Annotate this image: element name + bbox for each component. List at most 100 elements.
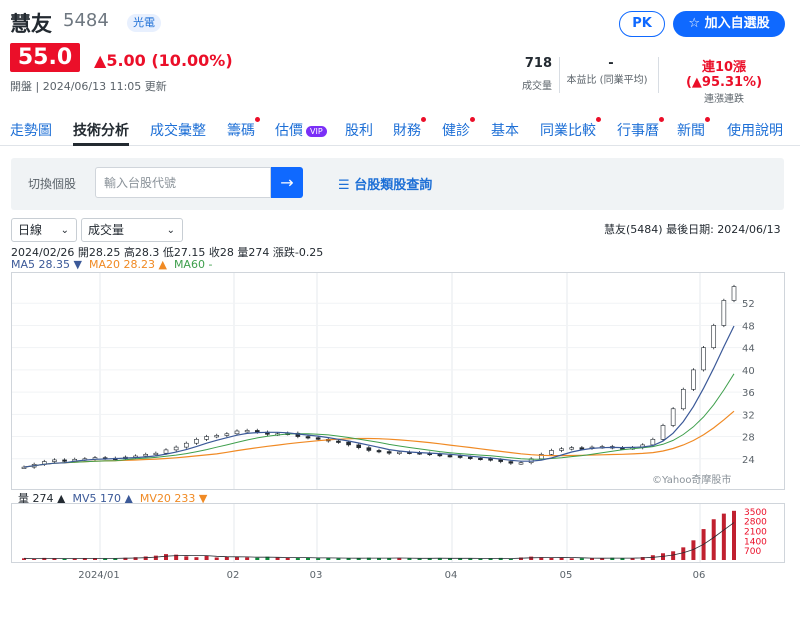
- candle-body: [579, 447, 585, 450]
- sector-tag[interactable]: 光電: [127, 14, 161, 32]
- volume-bar: [569, 558, 574, 560]
- candle-body: [163, 449, 169, 454]
- stat-label: 本益比 (同業平均): [566, 75, 648, 86]
- volume-bar: [407, 558, 412, 560]
- notification-dot: [421, 117, 426, 122]
- volume-bar: [590, 558, 594, 560]
- volume-bar: [285, 557, 290, 560]
- stat-streak: 連10漲 (▲95.31%) 連漲連跌: [662, 56, 786, 105]
- tab-8[interactable]: 基本: [491, 120, 519, 140]
- volume-bar: [316, 558, 321, 560]
- volume-bar: [306, 557, 310, 560]
- x-tick-label: 03: [310, 570, 323, 581]
- volume-bar: [721, 513, 726, 560]
- tab-12[interactable]: 使用說明: [727, 120, 783, 140]
- candle-body: [457, 455, 463, 458]
- volume-bar: [478, 558, 483, 560]
- volume-bar: [103, 558, 108, 560]
- tab-9[interactable]: 同業比較: [540, 117, 601, 140]
- volume-bar: [295, 558, 300, 560]
- tab-10[interactable]: 行事曆: [617, 117, 664, 140]
- tab-label: 健診: [442, 123, 470, 139]
- candle-body: [701, 347, 706, 371]
- ma5-legend: MA5 28.35 ▼: [11, 258, 82, 271]
- tab-label: 同業比較: [540, 123, 596, 139]
- candle-body: [376, 450, 382, 453]
- volume-bar: [32, 558, 37, 560]
- candle-body: [52, 459, 57, 462]
- tab-label: 使用說明: [727, 123, 783, 139]
- volume-bar: [143, 556, 148, 560]
- volume-tick-label: 2100: [744, 527, 767, 537]
- tab-6[interactable]: 財務: [393, 117, 426, 140]
- notification-dot: [659, 117, 664, 122]
- tab-label: 籌碼: [227, 123, 255, 139]
- volume-bar: [255, 557, 260, 560]
- browse-sector-link[interactable]: ☰ 台股類股查詢: [338, 174, 432, 193]
- candle-body: [305, 436, 311, 439]
- candle-body: [478, 457, 483, 461]
- x-tick-label: 06: [693, 570, 706, 581]
- indicator-select[interactable]: 成交量 ⌄: [81, 218, 183, 242]
- candle-body: [386, 451, 392, 454]
- price-chart-svg: 52 48 44 40 36 32 28 24 ©Yahoo奇摩股市: [12, 273, 755, 489]
- tab-3[interactable]: 籌碼: [227, 117, 260, 140]
- volume-chart-svg: 3500280021001400700: [22, 504, 767, 562]
- candle-body: [467, 456, 473, 459]
- volume-bar: [468, 558, 473, 560]
- candle-body: [62, 459, 67, 462]
- stat-value: 718: [524, 56, 552, 71]
- candle-body: [366, 447, 372, 451]
- price-tick-label: 48: [742, 321, 755, 332]
- tab-label: 基本: [491, 123, 519, 139]
- tab-11[interactable]: 新聞: [677, 117, 710, 140]
- volume-bar: [529, 556, 534, 560]
- stock-name: 慧友: [10, 12, 52, 36]
- pk-button[interactable]: PK: [619, 11, 665, 37]
- volume-bar: [214, 557, 219, 560]
- candle-body: [183, 442, 189, 448]
- candle-body: [437, 454, 443, 457]
- indicator-value: 成交量: [88, 223, 125, 237]
- candle-body: [224, 433, 230, 436]
- volume-bar: [559, 557, 564, 560]
- volume-bar: [204, 555, 209, 560]
- price-tick-label: 24: [742, 455, 755, 466]
- tab-2[interactable]: 成交彙整: [150, 120, 206, 140]
- volume-bar: [245, 557, 250, 560]
- current-price: 55.0: [10, 43, 80, 72]
- price-tick-label: 28: [742, 433, 755, 444]
- volume-bar: [184, 556, 189, 560]
- candle-body: [336, 440, 341, 443]
- browse-sector-label: 台股類股查詢: [354, 178, 433, 193]
- x-tick-label: 05: [560, 570, 573, 581]
- volume-tick-label: 2800: [744, 518, 767, 528]
- divider: [658, 57, 659, 93]
- price-tick-label: 32: [742, 410, 755, 421]
- add-watchlist-button[interactable]: ☆ 加入自選股: [673, 11, 785, 37]
- tab-label: 新聞: [677, 123, 705, 139]
- tab-7[interactable]: 健診: [442, 117, 475, 140]
- stock-search-input[interactable]: [95, 167, 271, 198]
- candle-body: [691, 369, 696, 390]
- price-chart[interactable]: 52 48 44 40 36 32 28 24 ©Yahoo奇摩股市: [11, 272, 785, 490]
- volume-chart[interactable]: 3500 2800 2100 1400 700: [11, 503, 785, 563]
- volume-bar: [153, 555, 158, 560]
- tab-4[interactable]: 估價 VIP: [275, 120, 327, 140]
- volume-bar: [62, 558, 67, 560]
- candle-body: [680, 389, 686, 410]
- candle-body: [194, 439, 199, 444]
- candle-body: [143, 454, 149, 457]
- tab-label: 走勢圖: [10, 123, 52, 139]
- tab-5[interactable]: 股利: [345, 120, 373, 140]
- stat-value: 連10漲 (▲95.31%): [685, 60, 763, 90]
- period-select[interactable]: 日線 ⌄: [11, 218, 77, 242]
- tab-1[interactable]: 技術分析: [73, 120, 129, 140]
- stat-label: 連漲連跌: [704, 94, 744, 105]
- volume-bar: [164, 554, 168, 560]
- volume-bar: [732, 510, 736, 560]
- tab-0[interactable]: 走勢圖: [10, 120, 52, 140]
- volume-bar: [508, 558, 513, 560]
- volume-bar: [224, 556, 229, 560]
- search-go-button[interactable]: →: [271, 167, 303, 198]
